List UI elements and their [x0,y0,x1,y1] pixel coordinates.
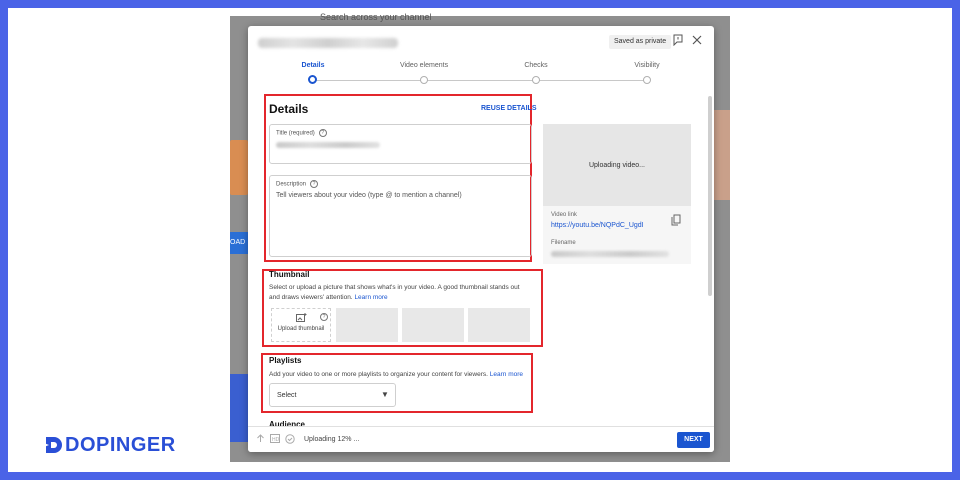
check-circle-icon [285,434,295,446]
step-label: Visibility [634,62,660,69]
playlists-learn-more-link[interactable]: Learn more [490,371,523,378]
description-label-wrap: Description? [276,180,319,188]
filename-label: Filename [551,240,576,246]
thumbnail-description: Select or upload a picture that shows wh… [269,283,531,303]
upload-stepper: Details Video elements Checks Visibility [248,62,714,88]
uploading-status: Uploading video... [588,162,646,169]
help-icon[interactable]: ? [310,180,319,188]
thumbnail-heading: Thumbnail [269,270,310,279]
upload-preview-card: Uploading video... Video link https://yo… [543,124,691,264]
dialog-header: Saved as private [248,26,714,60]
background-search-text: Search across your channel [320,12,432,22]
help-icon[interactable]: ? [320,313,328,321]
next-button[interactable]: NEXT [677,432,710,448]
upload-thumbnail-label: Upload thumbnail [277,326,325,332]
title-field[interactable]: Title (required)? [269,124,532,164]
stepper-line [314,80,647,81]
step-label: Checks [524,62,548,69]
auto-thumbnail-3[interactable] [468,308,530,342]
background-promo-card [230,374,248,442]
video-link[interactable]: https://youtu.be/NQPdC_UgdI [551,222,644,229]
video-title-blurred [258,38,398,48]
step-details[interactable]: Details [268,62,358,84]
logo-mark-icon [44,435,64,455]
title-field-label-wrap: Title (required)? [276,129,327,137]
hd-icon: HD [270,434,280,445]
playlist-select-value: Select [277,392,297,399]
description-field[interactable]: Description? Tell viewers about your vid… [269,175,532,257]
video-link-label: Video link [551,212,577,218]
close-icon[interactable] [690,34,704,48]
thumbnail-learn-more-link[interactable]: Learn more [354,294,387,301]
dialog-scrollbar[interactable] [708,96,712,296]
dropdown-caret-icon: ▼ [381,390,389,399]
help-icon[interactable]: ? [318,129,327,137]
upload-progress-status: Uploading 12% ... [304,436,360,443]
step-dot [532,76,540,84]
description-label: Description [276,181,307,188]
step-checks[interactable]: Checks [491,62,581,84]
copy-icon[interactable] [671,214,681,229]
step-label: Details [301,62,325,69]
dialog-footer: HD Uploading 12% ... NEXT [248,426,714,452]
reuse-details-button[interactable]: REUSE DETAILS [481,105,537,112]
step-dot [643,76,651,84]
playlist-select[interactable]: Select ▼ [269,383,396,407]
svg-text:HD: HD [272,437,280,443]
playlists-heading: Playlists [269,356,302,365]
background-video-thumbnail [230,140,248,195]
description-placeholder: Tell viewers about your video (type @ to… [276,192,462,199]
background-upload-button-fragment: OAD [230,232,248,254]
filename-blurred [551,251,669,257]
step-dot [420,76,428,84]
thumbnail-text: Select or upload a picture that shows wh… [269,284,520,301]
upload-dialog: Saved as private Details Video elements … [248,26,714,452]
step-label: Video elements [399,62,449,69]
logo-text: DOPINGER [65,433,176,456]
saved-status-badge: Saved as private [609,35,672,49]
upload-arrow-icon [256,434,265,446]
step-video-elements[interactable]: Video elements [379,62,469,84]
step-dot [308,75,317,84]
title-value-blurred [276,142,380,148]
step-visibility[interactable]: Visibility [602,62,692,84]
feedback-icon[interactable] [671,34,685,48]
auto-thumbnail-1[interactable] [336,308,398,342]
playlists-description: Add your video to one or more playlists … [269,370,531,380]
auto-thumbnail-2[interactable] [402,308,464,342]
dopinger-logo: DOPINGER [44,433,176,457]
playlists-text: Add your video to one or more playlists … [269,371,488,378]
title-field-label: Title (required) [276,130,315,137]
details-heading: Details [269,102,309,116]
background-right-thumbnail [714,110,730,200]
